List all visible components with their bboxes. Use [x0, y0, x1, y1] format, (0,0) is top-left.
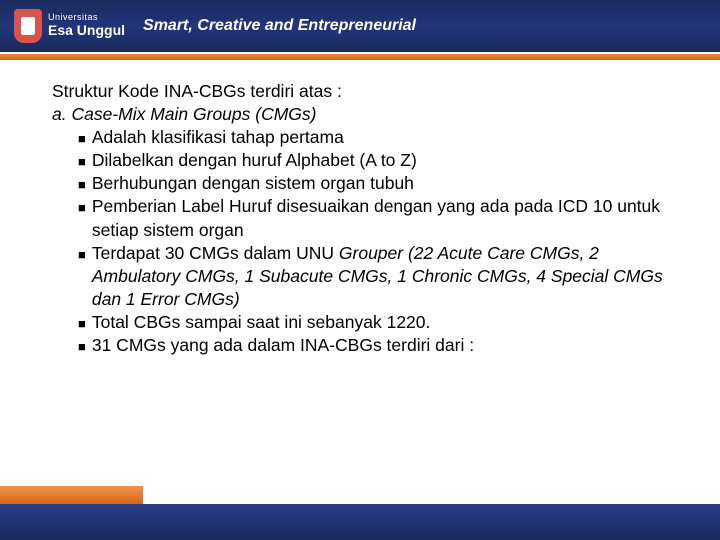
- bullet-list: ■ Adalah klasifikasi tahap pertama■Dilab…: [52, 126, 680, 357]
- bullet-text: Terdapat 30 CMGs dalam UNU Grouper (22 A…: [92, 242, 680, 311]
- logo-text: Universitas Esa Unggul: [48, 13, 125, 38]
- university-logo: Universitas Esa Unggul: [14, 9, 125, 43]
- footer-accent-block: [0, 484, 145, 504]
- bullet-item: ■ Total CBGs sampai saat ini sebanyak 122…: [78, 311, 680, 334]
- footer-bar: [0, 504, 720, 540]
- content-title: Struktur Kode INA-CBGs terdiri atas :: [52, 80, 680, 103]
- content-subhead: a. Case-Mix Main Groups (CMGs): [52, 103, 680, 126]
- bullet-item: ■ Berhubungan dengan sistem organ tubuh: [78, 172, 680, 195]
- bullet-square-icon: ■: [78, 338, 86, 355]
- bullet-square-icon: ■: [78, 130, 86, 147]
- bullet-square-icon: ■: [78, 153, 86, 170]
- bullet-square-icon: ■: [78, 315, 86, 332]
- logo-shield-icon: [14, 9, 42, 43]
- bullet-text: Dilabelkan dengan huruf Alphabet (A to Z…: [92, 149, 417, 172]
- header-accent-bar: [0, 52, 720, 62]
- bullet-item: ■ Pemberian Label Huruf disesuaikan denga…: [78, 195, 680, 241]
- slide-content: Struktur Kode INA-CBGs terdiri atas : a.…: [0, 62, 720, 357]
- tagline: Smart, Creative and Entrepreneurial: [143, 17, 416, 35]
- slide-header: Universitas Esa Unggul Smart, Creative a…: [0, 0, 720, 52]
- slide-footer: [0, 504, 720, 540]
- bullet-text: Berhubungan dengan sistem organ tubuh: [92, 172, 414, 195]
- bullet-item: ■ Terdapat 30 CMGs dalam UNU Grouper (22 …: [78, 242, 680, 311]
- bullet-item: ■ Adalah klasifikasi tahap pertama: [78, 126, 680, 149]
- bullet-item: ■ Dilabelkan dengan huruf Alphabet (A to …: [78, 149, 680, 172]
- bullet-text: Adalah klasifikasi tahap pertama: [92, 126, 344, 149]
- bullet-item: ■ 31 CMGs yang ada dalam INA-CBGs terdiri…: [78, 334, 680, 357]
- logo-bottom-text: Esa Unggul: [48, 23, 125, 38]
- bullet-text: Pemberian Label Huruf disesuaikan dengan…: [92, 195, 680, 241]
- bullet-text: 31 CMGs yang ada dalam INA-CBGs terdiri …: [92, 334, 474, 357]
- bullet-square-icon: ■: [78, 246, 86, 263]
- bullet-text: Total CBGs sampai saat ini sebanyak 1220…: [92, 311, 431, 334]
- bullet-square-icon: ■: [78, 176, 86, 193]
- bullet-square-icon: ■: [78, 199, 86, 216]
